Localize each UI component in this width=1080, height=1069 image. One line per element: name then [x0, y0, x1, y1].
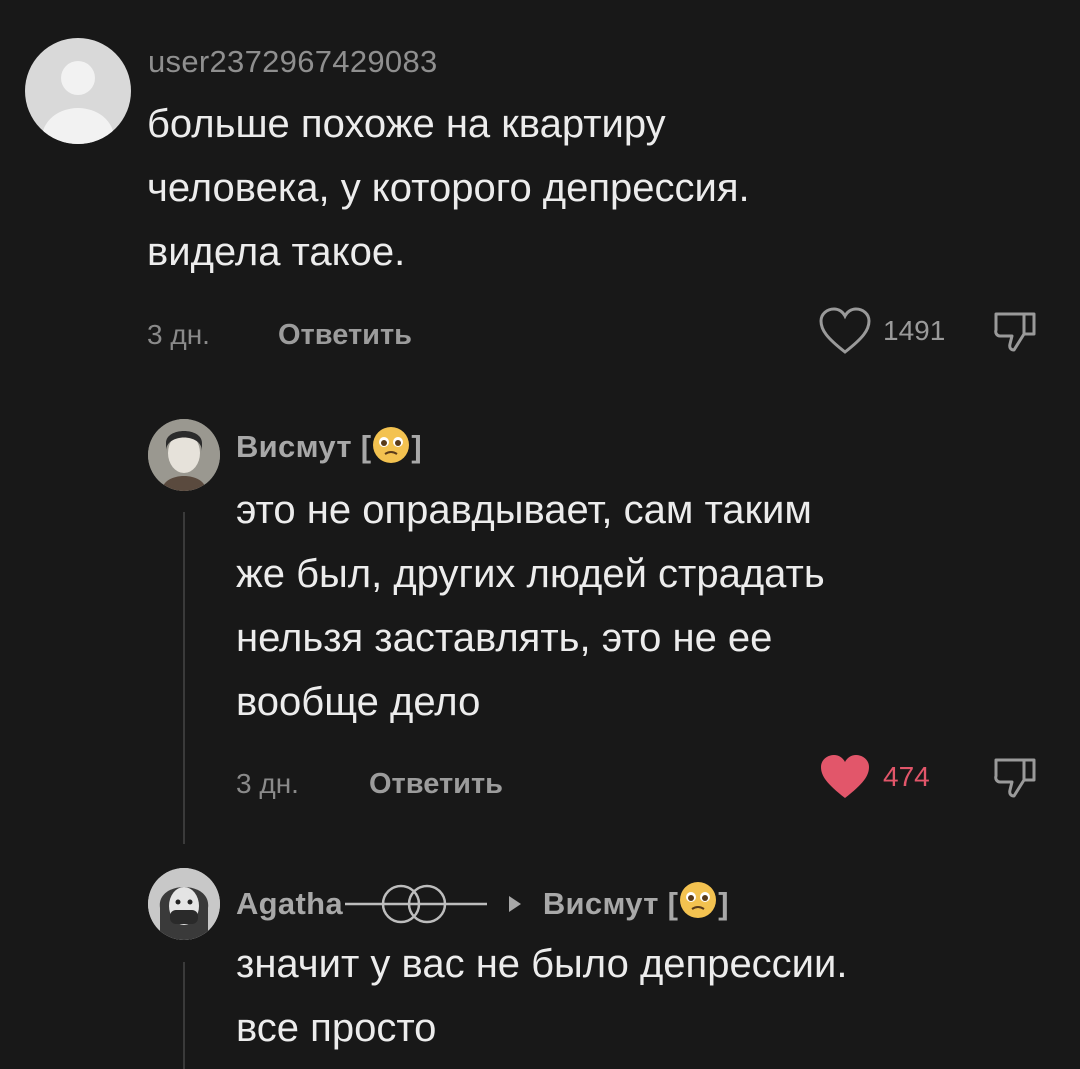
comment-text-line: все просто — [236, 1006, 437, 1050]
user-photo-icon — [148, 868, 220, 940]
thread-line — [183, 962, 185, 1069]
avatar[interactable] — [148, 419, 220, 491]
reply-button[interactable]: Ответить — [369, 768, 503, 801]
double-ring-badge-icon — [344, 884, 487, 924]
comment-username[interactable]: Agatha Висмут [ ] — [236, 880, 729, 928]
username-text: Висмут [ — [236, 429, 372, 465]
heart-filled-icon — [821, 755, 869, 798]
thumbs-down-icon — [994, 758, 1036, 798]
pleading-face-emoji — [678, 880, 718, 928]
comment-text-line: значит у вас не было депрессии. — [236, 942, 848, 986]
default-avatar-icon — [42, 61, 114, 144]
reply-to-username[interactable]: Висмут [ — [543, 886, 678, 922]
thread-line — [183, 512, 185, 844]
comment-text-line: это не оправдывает, сам таким — [236, 488, 812, 532]
heart-outline-icon — [819, 307, 871, 354]
comment-text-line: нельзя заставлять, это не ее — [236, 616, 773, 660]
like-count: 1491 — [883, 315, 946, 346]
comment-text-line: больше похоже на квартиру — [147, 102, 666, 146]
reply-button[interactable]: Ответить — [278, 319, 412, 352]
comment-text-line: видела такое. — [147, 230, 406, 274]
thumbs-down-icon — [994, 312, 1036, 352]
like-button[interactable]: 1491 — [817, 306, 945, 356]
avatar[interactable] — [25, 38, 131, 144]
comment-time: 3 дн. — [236, 768, 299, 799]
dislike-button[interactable] — [990, 752, 1042, 809]
dislike-button[interactable] — [990, 306, 1042, 363]
comment-text-line: вообще дело — [236, 680, 481, 724]
like-button[interactable]: 474 — [817, 752, 930, 802]
user-photo-icon — [148, 419, 220, 491]
reply-to-username-end: ] — [718, 886, 729, 921]
comment-text-line: же был, других людей страдать — [236, 552, 825, 596]
avatar[interactable] — [148, 868, 220, 940]
pleading-face-emoji — [371, 425, 411, 473]
comment-text: значит у вас не было депрессии. все прос… — [236, 932, 1056, 1060]
username-text: Agatha — [236, 886, 343, 921]
comment-text-line: человека, у которого депрессия. — [147, 166, 750, 210]
like-count: 474 — [883, 761, 930, 792]
comment-time: 3 дн. — [147, 319, 210, 350]
comment-username[interactable]: Висмут [ ] — [236, 425, 422, 473]
comment-username[interactable]: user2372967429083 — [148, 44, 438, 80]
triangle-right-icon — [508, 896, 521, 912]
comment-text: это не оправдывает, сам таким же был, др… — [236, 478, 1056, 734]
username-text-end: ] — [411, 429, 422, 465]
comment-text: больше похоже на квартиру человека, у ко… — [147, 92, 1047, 284]
